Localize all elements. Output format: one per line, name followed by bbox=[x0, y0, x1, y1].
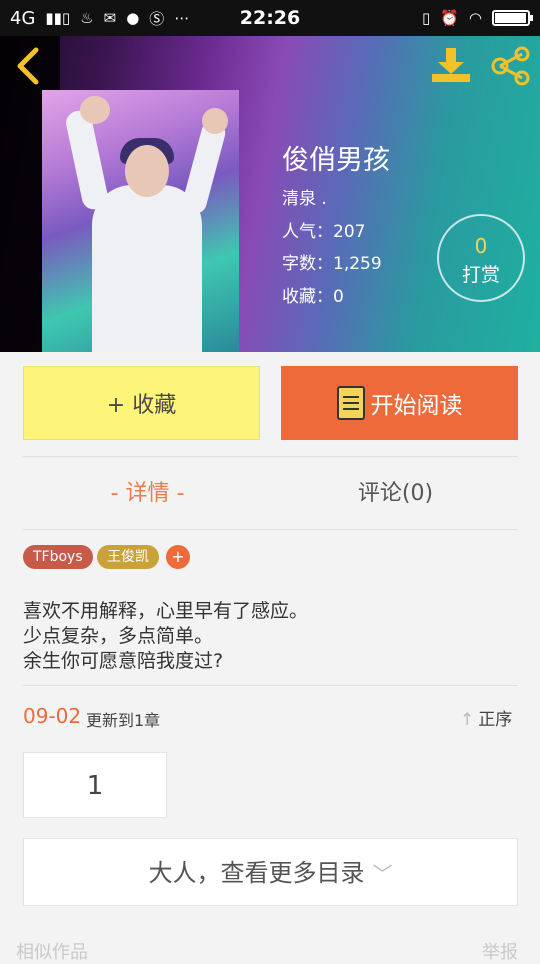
battery-fill bbox=[495, 13, 527, 23]
status-right: ▯ ⏰ ◠ bbox=[421, 0, 533, 36]
share-glyph bbox=[491, 46, 530, 86]
start-reading-label: 开始阅读 bbox=[370, 393, 463, 419]
book-cover-image[interactable] bbox=[42, 90, 239, 352]
tip-label: 打赏 bbox=[461, 264, 500, 286]
chevron-left-icon bbox=[17, 47, 39, 85]
tip-button[interactable]: 0 打赏 bbox=[437, 214, 525, 302]
book-author[interactable]: 清泉 . bbox=[282, 184, 327, 209]
more-chapters-label: 大人，查看更多目录 bbox=[148, 859, 365, 887]
book-title: 俊俏男孩 bbox=[282, 145, 390, 176]
book-word-count: 字数：1,259 bbox=[282, 254, 382, 274]
sort-label: 正序 bbox=[478, 710, 513, 730]
report-link[interactable]: 举报 bbox=[482, 938, 518, 964]
chevron-down-icon: ﹀ bbox=[372, 862, 393, 886]
battery-icon bbox=[492, 10, 533, 26]
sort-toggle[interactable]: ↑ 正序 bbox=[460, 705, 512, 730]
favorite-button[interactable]: + 收藏 bbox=[23, 366, 260, 440]
similar-works-label: 相似作品 bbox=[16, 942, 88, 963]
status-bar: 4G ▮▮▯ ♨ ✉ ● Ⓢ ⋯ 22:26 ▯ ⏰ ◠ bbox=[0, 0, 540, 36]
download-glyph bbox=[432, 48, 470, 82]
start-reading-button[interactable]: 开始阅读 bbox=[281, 366, 518, 440]
alarm-icon: ⏰ bbox=[440, 9, 459, 27]
description-line: 喜欢不用解释，心里早有了感应。 bbox=[23, 600, 309, 622]
description-line: 余生你可愿意陪我度过? bbox=[23, 650, 224, 672]
divider bbox=[23, 456, 518, 457]
tag-chip[interactable]: 王俊凯 bbox=[97, 545, 159, 569]
cover-figure-head bbox=[125, 145, 169, 197]
divider bbox=[23, 529, 518, 530]
update-date: 09-02 bbox=[23, 704, 82, 728]
tab-comments[interactable]: 评论(0) bbox=[308, 475, 483, 507]
back-icon[interactable] bbox=[14, 46, 42, 93]
book-icon bbox=[336, 386, 365, 420]
update-text: 更新到1章 bbox=[86, 711, 161, 730]
add-tag-button[interactable]: + bbox=[166, 545, 190, 569]
cover-figure-body bbox=[92, 185, 202, 352]
arrow-up-icon: ↑ bbox=[460, 710, 475, 730]
download-icon[interactable] bbox=[430, 46, 472, 86]
tab-detail[interactable]: - 详情 - bbox=[60, 475, 235, 507]
cover-figure-hand bbox=[202, 108, 228, 134]
tip-count: 0 bbox=[474, 234, 488, 258]
favorite-button-label: + 收藏 bbox=[106, 393, 177, 418]
description-line: 少点复杂，多点简单。 bbox=[23, 625, 214, 647]
vibrate-icon: ▯ bbox=[421, 9, 431, 27]
tag-chip[interactable]: TFboys bbox=[23, 545, 93, 569]
divider bbox=[23, 685, 518, 686]
book-favorites: 收藏：0 bbox=[282, 287, 344, 307]
share-icon[interactable] bbox=[490, 46, 532, 86]
book-popularity: 人气：207 bbox=[282, 222, 366, 242]
more-chapters-button[interactable]: 大人，查看更多目录 ﹀ bbox=[23, 838, 518, 906]
cover-figure-hand bbox=[80, 96, 110, 124]
wifi-icon: ◠ bbox=[468, 9, 482, 27]
chapter-item[interactable]: 1 bbox=[23, 752, 167, 818]
